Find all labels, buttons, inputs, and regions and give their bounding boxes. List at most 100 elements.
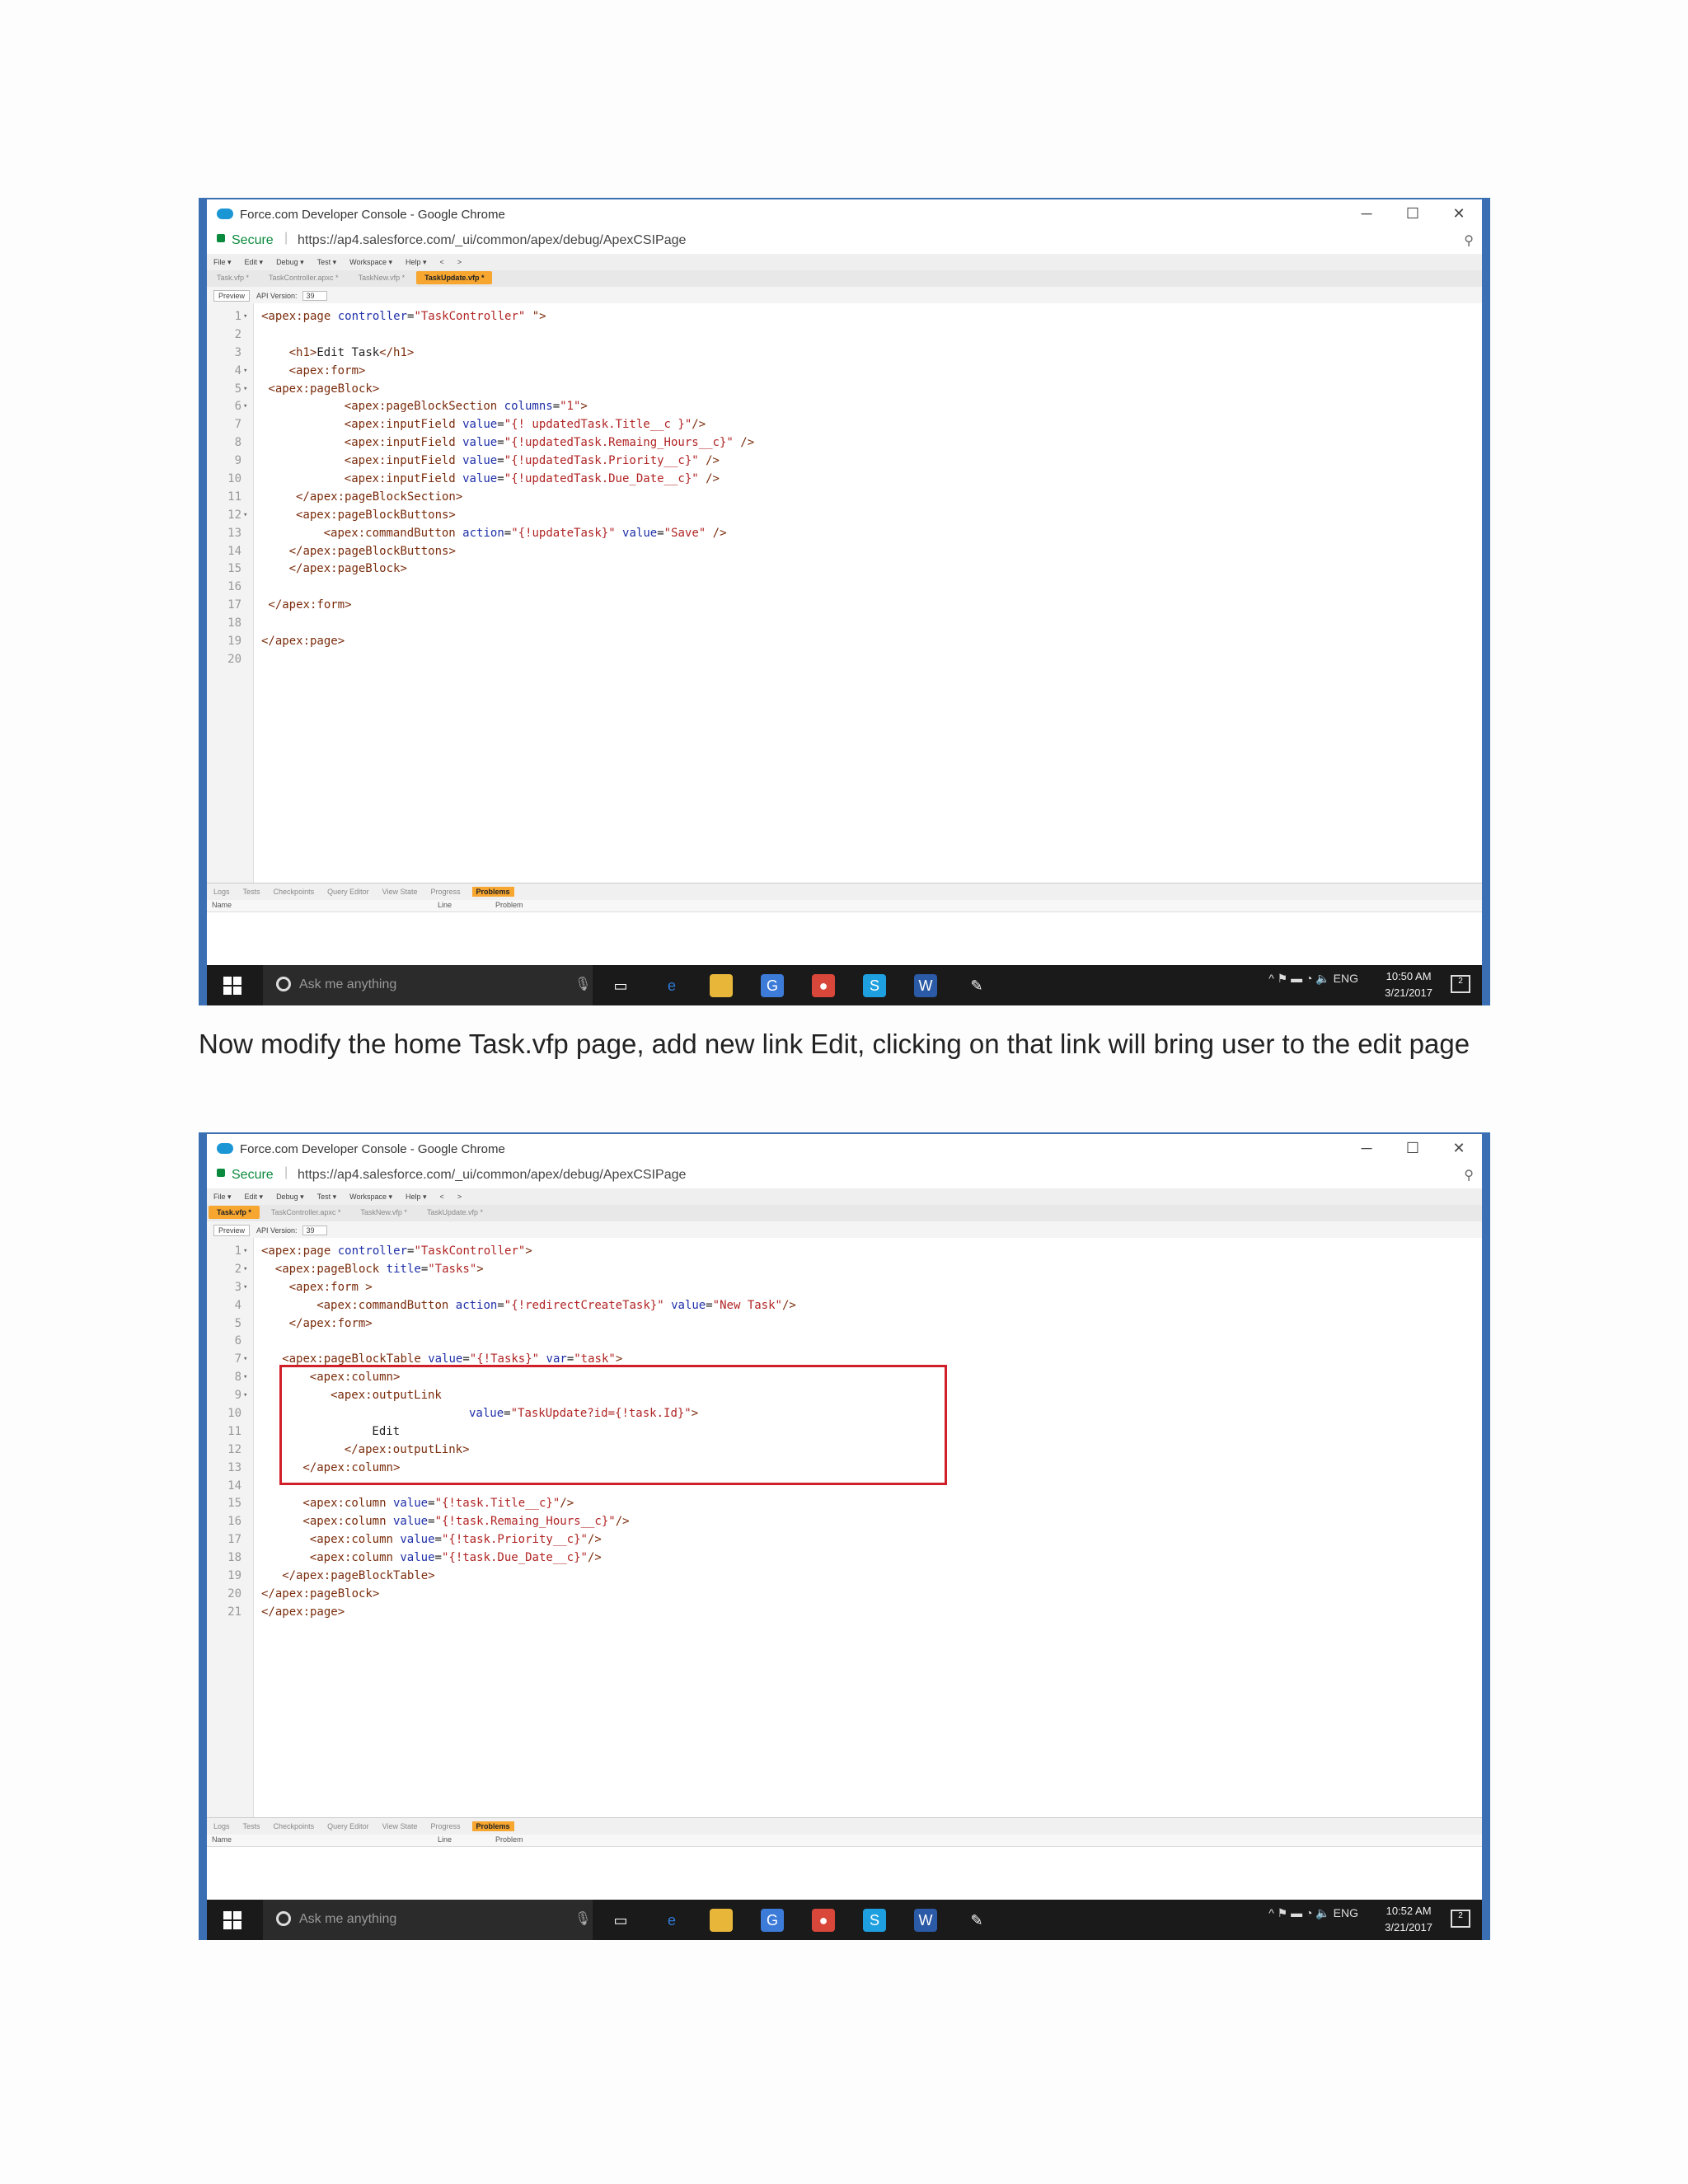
line-number: 12 [227,1442,241,1456]
menu-item[interactable]: Edit ▾ [245,1193,264,1202]
task-view-icon[interactable]: ▭ [609,974,632,997]
code-token: = [566,1352,574,1366]
menu-item[interactable]: > [457,258,462,266]
file-tab[interactable]: TaskController.apxc * [263,1206,349,1219]
edge-icon[interactable]: e [660,1909,683,1932]
bottom-tab[interactable]: Tests [243,888,260,896]
paint-icon[interactable]: ✎ [965,974,988,997]
bottom-tab[interactable]: Problems [471,1821,514,1831]
cortana-search[interactable]: Ask me anything 🎙 [263,1900,593,1940]
code-token: "New Task" [712,1298,782,1312]
chrome-icon[interactable]: ● [812,1909,835,1932]
bottom-tab[interactable]: Logs [213,888,230,896]
fold-arrow-icon[interactable]: ▾ [243,385,247,393]
fold-arrow-icon[interactable]: ▾ [243,367,247,375]
windows-start-icon[interactable] [223,1911,241,1929]
file-tab[interactable]: Task.vfp * [209,1206,260,1219]
fold-arrow-icon[interactable]: ▾ [243,1355,247,1363]
fold-arrow-icon[interactable]: ▾ [243,511,247,519]
menu-item[interactable]: Help ▾ [406,1193,427,1202]
word-icon[interactable]: W [914,974,937,997]
menu-item[interactable]: Help ▾ [406,258,427,267]
code-editor[interactable]: 1 ▾ <apex:page controller="TaskController"… [207,303,1482,883]
menu-item[interactable]: File ▾ [213,258,232,267]
url-text[interactable]: https://ap4.salesforce.com/_ui/common/ap… [298,1168,686,1183]
zoom-icon[interactable]: ⚲ [1464,232,1474,249]
api-version-select[interactable]: 39 [302,291,327,301]
address-bar[interactable]: Secure | https://ap4.salesforce.com/_ui/co… [207,1164,1482,1189]
file-tab[interactable]: Task.vfp * [209,271,257,284]
cortana-search[interactable]: Ask me anything 🎙 [263,965,593,1005]
menu-item[interactable]: > [457,1193,462,1201]
maximize-button[interactable]: ☐ [1390,1134,1436,1162]
bottom-tab[interactable]: Logs [213,1822,230,1830]
preview-button[interactable]: Preview [213,1225,251,1236]
fold-arrow-icon[interactable]: ▾ [243,1283,247,1291]
bottom-tab[interactable]: Checkpoints [274,1822,315,1830]
minimize-button[interactable]: ─ [1343,199,1390,227]
skype-icon[interactable]: S [863,974,886,997]
close-button[interactable]: ✕ [1436,1134,1482,1162]
menu-item[interactable]: < [440,258,444,266]
system-clock[interactable]: 10:52 AM 3/21/2017 [1385,1903,1432,1936]
close-button[interactable]: ✕ [1436,199,1482,227]
bottom-tab[interactable]: View State [382,1822,418,1830]
bottom-tab[interactable]: Checkpoints [274,888,315,896]
fold-arrow-icon[interactable]: ▾ [243,402,247,410]
chrome-icon[interactable]: ● [812,974,835,997]
menu-item[interactable]: Debug ▾ [276,1193,304,1202]
menu-item[interactable]: Workspace ▾ [349,258,392,267]
notification-icon[interactable]: 2 [1451,1910,1470,1928]
code-editor[interactable]: 1 ▾ <apex:page controller="TaskController"… [207,1238,1482,1818]
file-tab[interactable]: TaskNew.vfp * [352,1206,415,1219]
menu-item[interactable]: Edit ▾ [245,258,264,267]
edge-icon[interactable]: e [660,974,683,997]
notification-icon[interactable]: 2 [1451,975,1470,993]
bottom-tab[interactable]: Problems [471,887,514,897]
system-clock[interactable]: 10:50 AM 3/21/2017 [1385,968,1432,1001]
bottom-tab[interactable]: Progress [430,1822,460,1830]
preview-button[interactable]: Preview [213,290,251,302]
task-view-icon[interactable]: ▭ [609,1909,632,1932]
microphone-icon[interactable]: 🎙 [574,1910,591,1927]
word-icon[interactable]: W [914,1909,937,1932]
menu-item[interactable]: File ▾ [213,1193,232,1202]
skype-icon[interactable]: S [863,1909,886,1932]
menu-item[interactable]: < [440,1193,444,1201]
minimize-button[interactable]: ─ [1343,1134,1390,1162]
file-tab[interactable]: TaskUpdate.vfp * [416,271,493,284]
paint-icon[interactable]: ✎ [965,1909,988,1932]
file-tab[interactable]: TaskUpdate.vfp * [419,1206,491,1219]
address-bar[interactable]: Secure | https://ap4.salesforce.com/_ui/co… [207,229,1482,255]
fold-arrow-icon[interactable]: ▾ [243,1391,247,1399]
fold-arrow-icon[interactable]: ▾ [243,1265,247,1273]
menu-item[interactable]: Workspace ▾ [349,1193,392,1202]
app-g-icon[interactable]: G [761,974,784,997]
file-tab[interactable]: TaskController.apxc * [260,271,347,284]
bottom-tab[interactable]: Progress [430,888,460,896]
clock-time: 10:52 AM [1386,1905,1432,1917]
menu-item[interactable]: Test ▾ [317,258,337,267]
zoom-icon[interactable]: ⚲ [1464,1167,1474,1183]
maximize-button[interactable]: ☐ [1390,199,1436,227]
code-token: "{!task.Title__c}" [434,1497,560,1511]
menu-item[interactable]: Test ▾ [317,1193,337,1202]
secure-label: Secure [232,233,274,247]
fold-arrow-icon[interactable]: ▾ [243,1247,247,1255]
api-version-select[interactable]: 39 [302,1226,327,1235]
bottom-tab[interactable]: Query Editor [327,888,369,896]
file-explorer-icon[interactable] [710,974,733,997]
app-g-icon[interactable]: G [761,1909,784,1932]
url-text[interactable]: https://ap4.salesforce.com/_ui/common/ap… [298,233,686,248]
microphone-icon[interactable]: 🎙 [574,976,591,992]
bottom-tab[interactable]: Tests [243,1822,260,1830]
bottom-tab[interactable]: View State [382,888,418,896]
file-explorer-icon[interactable] [710,1909,733,1932]
bottom-tab[interactable]: Query Editor [327,1822,369,1830]
menu-item[interactable]: Debug ▾ [276,258,304,267]
code-token: value [392,1497,429,1511]
fold-arrow-icon[interactable]: ▾ [243,312,247,321]
windows-start-icon[interactable] [223,977,241,995]
fold-arrow-icon[interactable]: ▾ [243,1373,247,1381]
file-tab[interactable]: TaskNew.vfp * [350,271,414,284]
